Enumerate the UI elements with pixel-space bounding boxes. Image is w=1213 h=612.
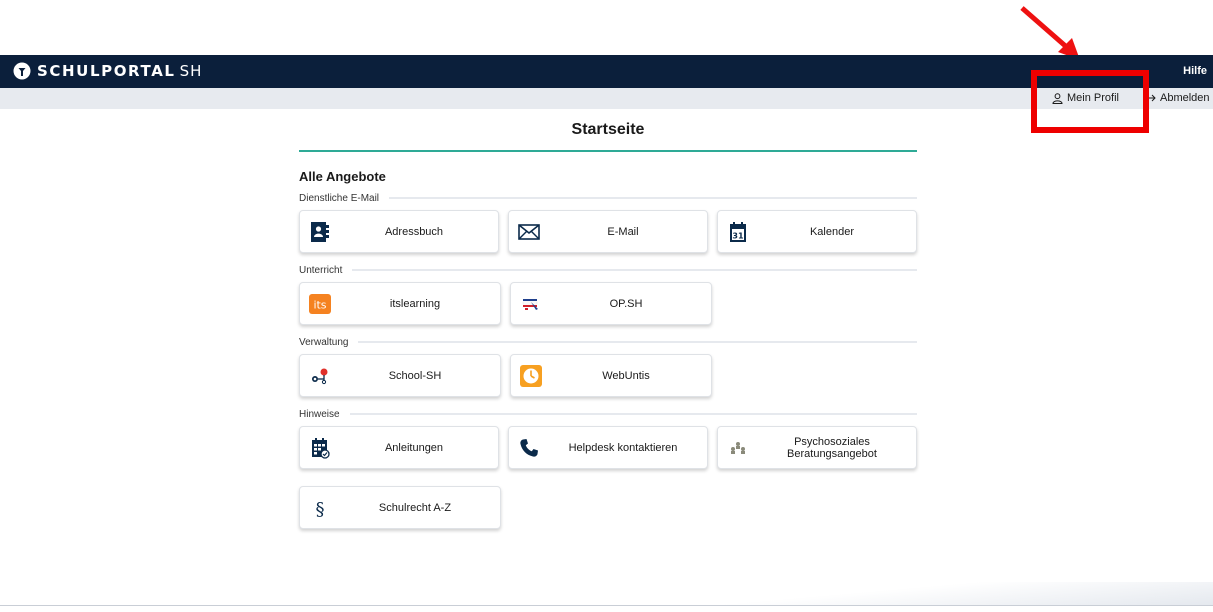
tile-adressbuch[interactable]: Adressbuch	[299, 210, 499, 253]
tile-opsh[interactable]: OP.SH	[510, 282, 712, 325]
category-divider	[389, 197, 917, 199]
page-title: Startseite	[571, 121, 645, 138]
category-divider	[349, 413, 917, 415]
tile-anleitungen[interactable]: Anleitungen	[299, 426, 499, 469]
logo-text: SCHULPORTAL	[37, 62, 176, 80]
category-label: Verwaltung	[299, 336, 349, 348]
category-divider	[358, 341, 917, 343]
envelope-icon	[517, 220, 541, 244]
tile-itslearning[interactable]: its itslearning	[299, 282, 501, 325]
phone-icon	[517, 436, 541, 460]
category-dienstliche-email: Dienstliche E-Mail	[299, 192, 917, 204]
tile-row: its itslearning OP.SH	[299, 282, 917, 325]
category-label: Hinweise	[299, 408, 340, 420]
tile-row: § Schulrecht A-Z	[299, 486, 917, 529]
paragraph-icon: §	[308, 496, 332, 520]
tile-kalender[interactable]: 31 Kalender	[717, 210, 917, 253]
portal-logo[interactable]: SCHULPORTAL SH	[13, 62, 202, 80]
tile-helpdesk[interactable]: Helpdesk kontaktieren	[508, 426, 708, 469]
logout-link[interactable]: Abmelden	[1146, 92, 1210, 104]
category-unterricht: Unterricht	[299, 264, 917, 276]
itslearning-icon: its	[308, 292, 332, 316]
footer-shade	[560, 582, 1213, 606]
webuntis-icon	[519, 364, 543, 388]
svg-text:31: 31	[732, 232, 744, 241]
category-divider	[352, 269, 917, 271]
category-verwaltung: Verwaltung	[299, 336, 917, 348]
logo-icon	[13, 62, 31, 80]
tile-row: School-SH WebUntis	[299, 354, 917, 397]
help-link[interactable]: Hilfe	[1183, 65, 1207, 77]
svg-text:its: its	[313, 299, 326, 312]
footer-divider	[0, 605, 1213, 606]
address-book-icon	[308, 220, 332, 244]
opsh-icon	[519, 292, 543, 316]
logo-suffix: SH	[179, 62, 203, 80]
tile-psychosoziales-beratungsangebot[interactable]: Psychosoziales Beratungsangebot	[717, 426, 917, 469]
tile-school-sh[interactable]: School-SH	[299, 354, 501, 397]
guide-calendar-icon	[308, 436, 332, 460]
title-underline	[299, 150, 917, 152]
tile-row: Adressbuch E-Mail 31 Kalender	[299, 210, 917, 253]
category-hinweise: Hinweise	[299, 408, 917, 420]
tile-webuntis[interactable]: WebUntis	[510, 354, 712, 397]
svg-text:§: §	[316, 499, 325, 519]
category-label: Unterricht	[299, 264, 343, 276]
tile-row: Anleitungen Helpdesk kontaktieren Psycho…	[299, 426, 917, 469]
category-label: Dienstliche E-Mail	[299, 192, 380, 204]
calendar-icon: 31	[726, 220, 750, 244]
tile-schulrecht[interactable]: § Schulrecht A-Z	[299, 486, 501, 529]
school-sh-icon	[308, 364, 332, 388]
counseling-icon	[726, 436, 750, 460]
logout-label: Abmelden	[1160, 92, 1210, 104]
main-content: Startseite Alle Angebote Dienstliche E-M…	[299, 110, 917, 529]
section-title: Alle Angebote	[299, 169, 386, 184]
annotation-highlight-box	[1031, 70, 1149, 133]
tile-email[interactable]: E-Mail	[508, 210, 708, 253]
